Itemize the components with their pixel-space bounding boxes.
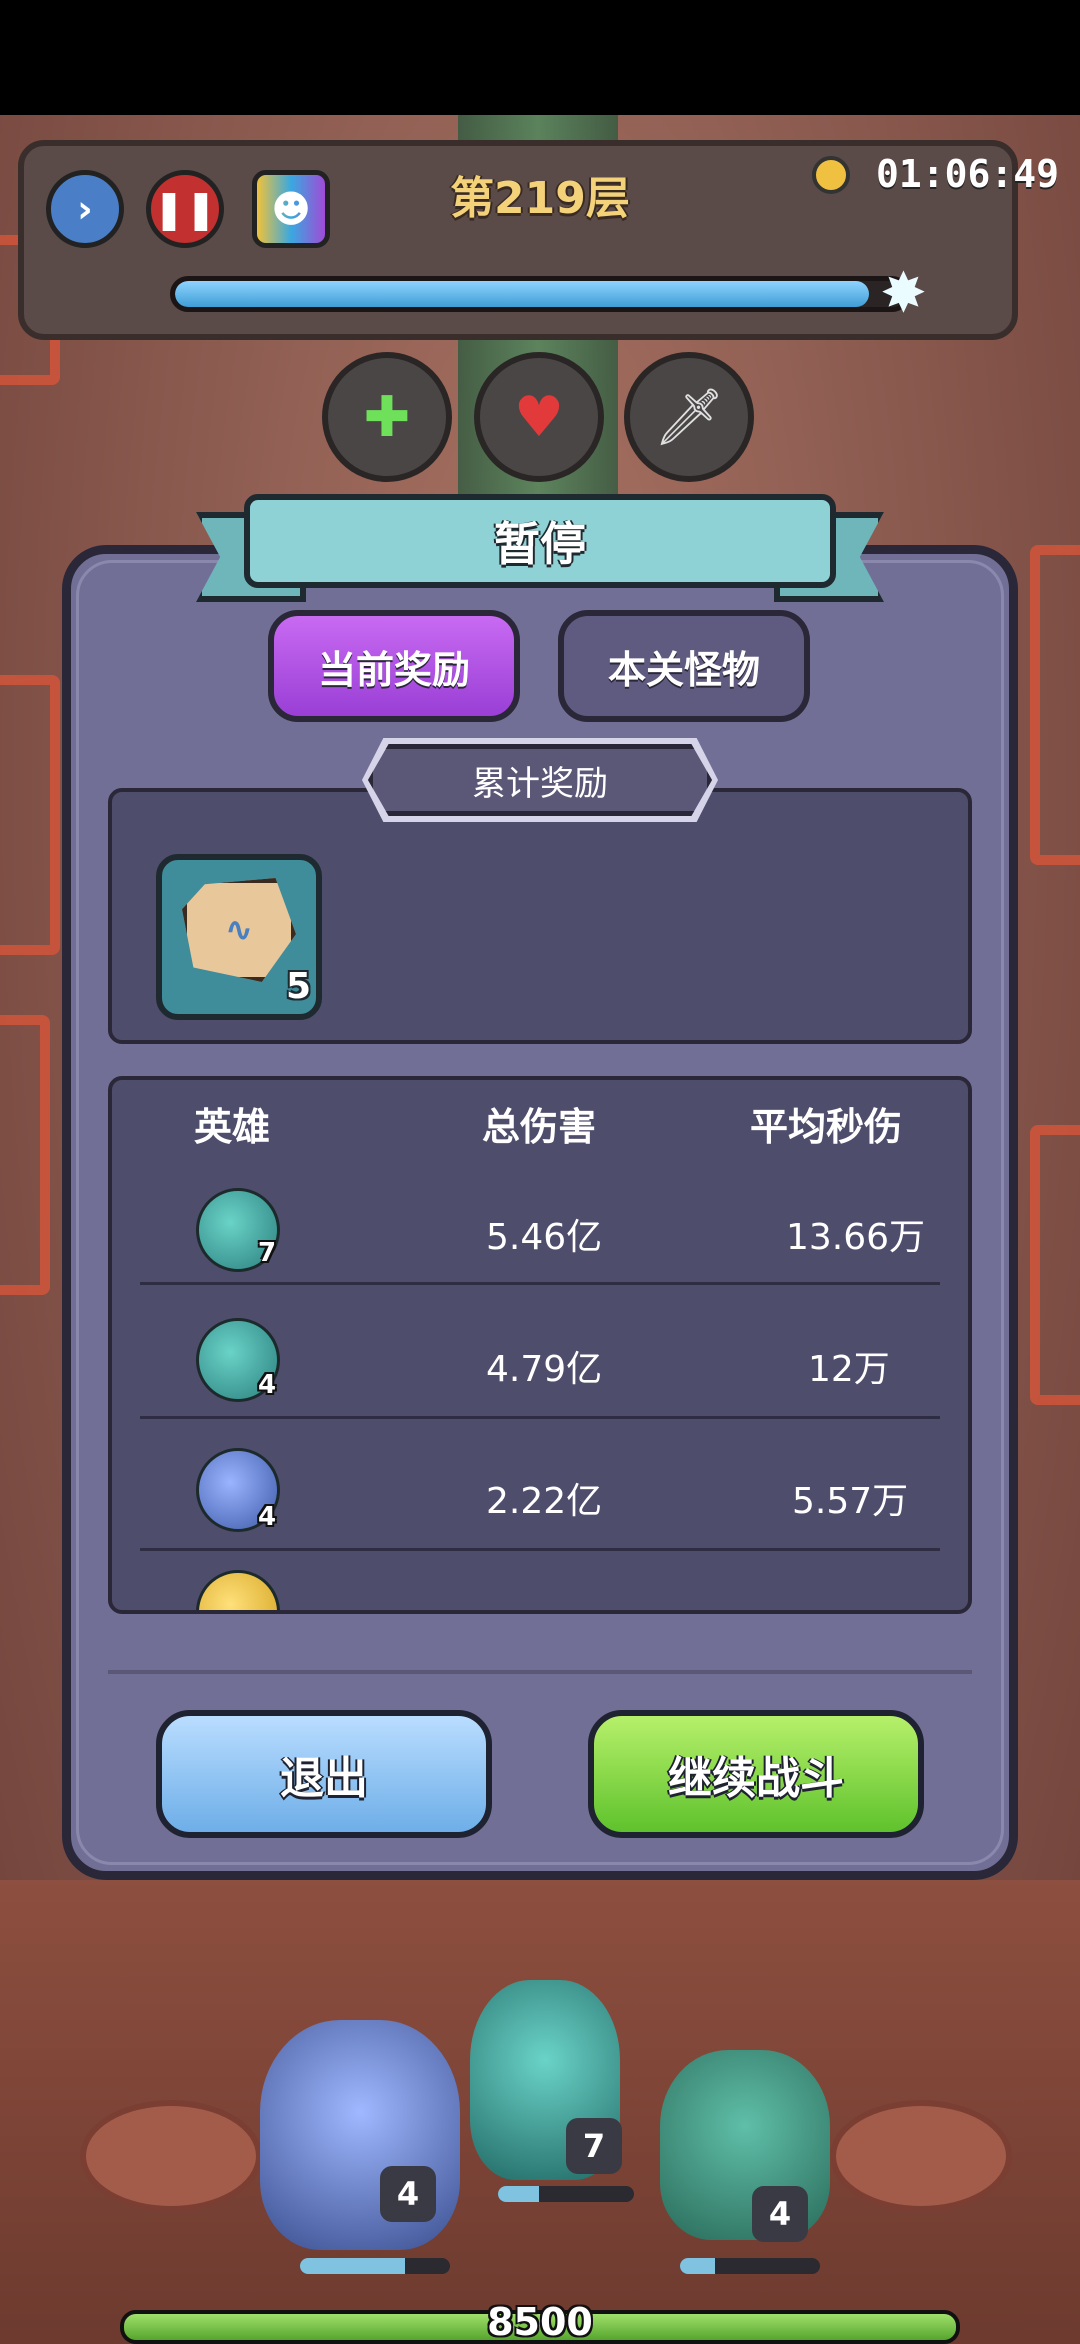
sparkle-icon: ✸ [880, 261, 927, 326]
card-deck-icon[interactable]: ☻ [252, 170, 330, 248]
column-header-hero: 英雄 [194, 1105, 271, 1149]
wall-ornament-left-mid [0, 675, 60, 955]
row-divider [140, 1282, 940, 1285]
hero-level: 4 [258, 1502, 277, 1532]
hero-level: 4 [258, 1370, 277, 1400]
exit-button[interactable]: 退出 [156, 1710, 492, 1838]
column-header-dps: 平均秒伤 [750, 1105, 903, 1149]
level-progress-bar [170, 276, 910, 312]
column-header-total-damage: 总伤害 [482, 1105, 597, 1149]
unit-level-badge: 4 [380, 2166, 436, 2222]
forward-icon[interactable]: › [46, 170, 124, 248]
panel-divider [108, 1670, 972, 1674]
pause-title: 暂停 [494, 517, 586, 571]
continue-battle-button[interactable]: 继续战斗 [588, 1710, 924, 1838]
unit-level-badge: 7 [566, 2118, 622, 2174]
heal-lightning-icon[interactable]: ✚ [322, 352, 452, 482]
unit-hp-bar [680, 2258, 820, 2274]
heart-up-icon[interactable]: ♥ [474, 352, 604, 482]
wall-ornament-right-mid [1030, 545, 1080, 865]
run-timer: 01:06:49 [876, 152, 1060, 196]
dps-cell: 12万 [808, 1349, 890, 1390]
reward-item-count: 5 [286, 966, 312, 1007]
level-progress-fill [175, 281, 869, 307]
clock-icon [812, 156, 850, 194]
hero-level: 7 [258, 1238, 277, 1268]
base-hp-value: 8500 [487, 2300, 593, 2344]
wall-ornament-right-low [1030, 1125, 1080, 1405]
total-damage-cell: 4.79亿 [486, 1349, 603, 1390]
sword-shield-icon[interactable]: 🗡 [624, 352, 754, 482]
hero-pad-right [830, 2100, 1012, 2212]
status-bar-area [0, 0, 1080, 115]
row-divider [140, 1548, 940, 1551]
wall-ornament-left-low [0, 1015, 50, 1295]
unit-hp-bar [300, 2258, 450, 2274]
dps-cell: 5.57万 [792, 1481, 909, 1522]
rewards-header: 累计奖励 [368, 744, 712, 816]
unit-hp-bar [498, 2186, 634, 2202]
level-title: 第219层 [450, 173, 630, 224]
tab-stage-monsters[interactable]: 本关怪物 [558, 610, 810, 722]
unit-level-badge: 4 [752, 2186, 808, 2242]
pause-icon[interactable]: ❚❚ [146, 170, 224, 248]
golden-beast-hero-icon [196, 1570, 280, 1610]
hero-pad-left [80, 2100, 262, 2212]
tab-current-rewards[interactable]: 当前奖励 [268, 610, 520, 722]
table-clip-row [112, 1568, 968, 1610]
pause-title-banner: 暂停 [244, 494, 836, 588]
row-divider [140, 1416, 940, 1419]
total-damage-cell: 2.22亿 [486, 1481, 603, 1522]
dps-cell: 13.66万 [786, 1217, 926, 1258]
total-damage-cell: 5.46亿 [486, 1217, 603, 1258]
